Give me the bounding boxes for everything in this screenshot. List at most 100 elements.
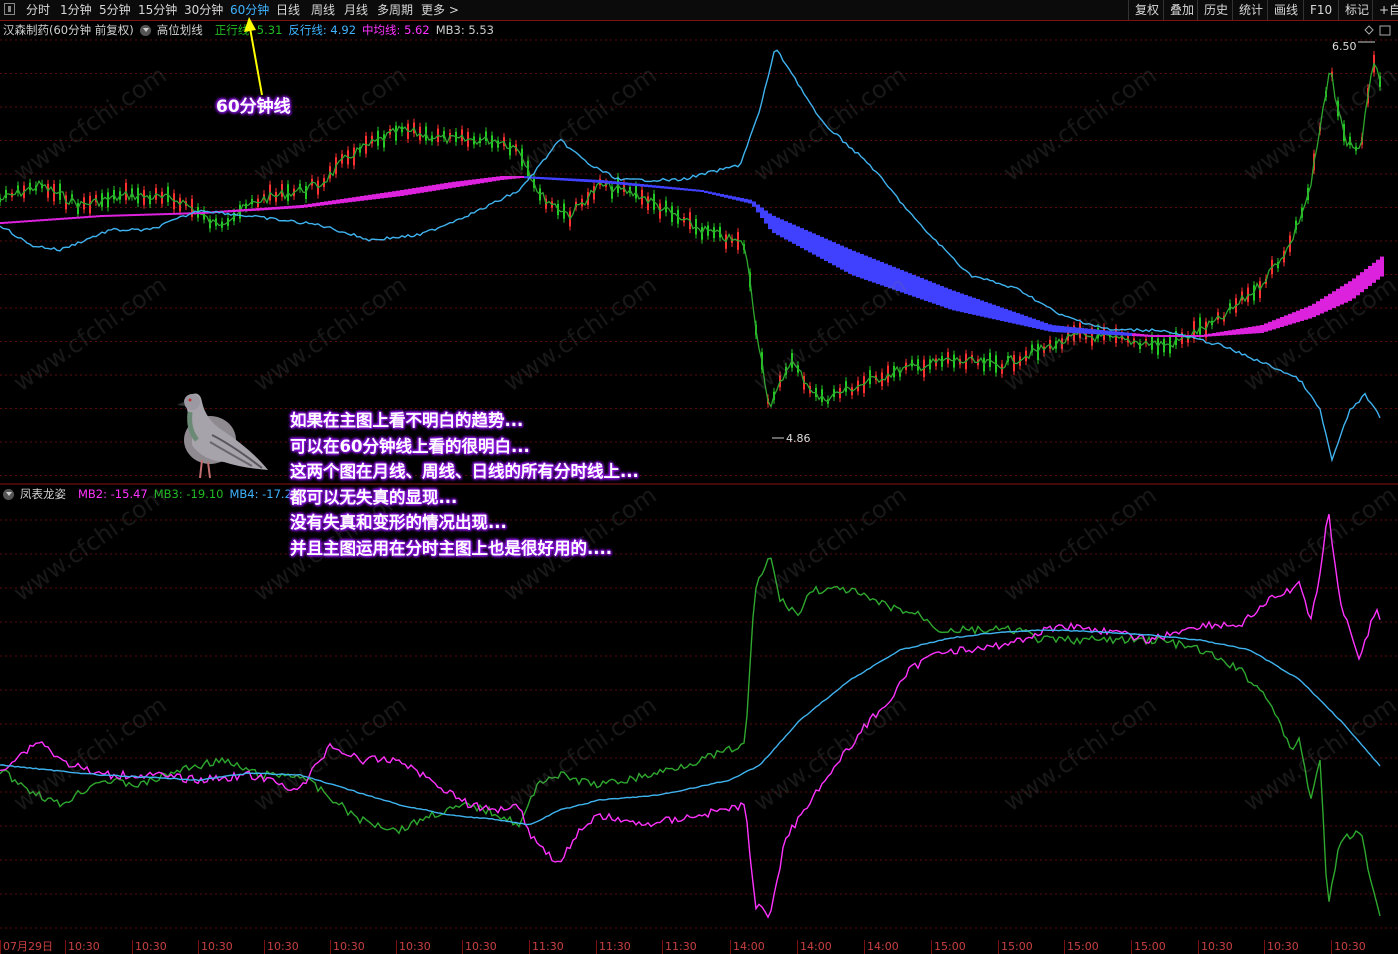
ribbon-segment bbox=[312, 203, 316, 207]
ribbon-segment bbox=[300, 205, 304, 208]
ribbon-segment bbox=[60, 217, 64, 220]
ribbon-segment bbox=[296, 205, 300, 209]
ribbon-segment bbox=[864, 255, 868, 280]
ribbon-segment bbox=[52, 218, 56, 221]
ribbon-segment bbox=[860, 254, 864, 279]
ribbon-segment bbox=[808, 231, 812, 253]
ribbon-segment bbox=[340, 199, 344, 204]
high-label: 6.50 bbox=[1332, 40, 1357, 53]
ribbon-segment bbox=[972, 297, 976, 315]
ribbon-segment bbox=[272, 206, 276, 210]
ribbon-segment bbox=[168, 212, 172, 215]
ribbon-segment bbox=[608, 180, 612, 184]
ribbon-segment bbox=[960, 293, 964, 313]
chart-canvas[interactable]: 6.50 4.86 bbox=[0, 0, 1398, 940]
ribbon-segment bbox=[140, 213, 144, 216]
ribbon-segment bbox=[868, 257, 872, 282]
ribbon-segment bbox=[380, 193, 384, 199]
ribbon-segment bbox=[1116, 331, 1120, 336]
ribbon-segment bbox=[1296, 310, 1300, 323]
ribbon-segment bbox=[44, 218, 48, 221]
ribbon-segment bbox=[904, 271, 908, 294]
ribbon-segment bbox=[288, 205, 292, 209]
ribbon-segment bbox=[16, 220, 20, 223]
ribbon-segment bbox=[1204, 334, 1208, 337]
ribbon-segment bbox=[1040, 321, 1044, 330]
ribbon-segment bbox=[128, 214, 132, 217]
ribbon-segment bbox=[772, 215, 776, 234]
ribbon-segment bbox=[116, 214, 120, 217]
ribbon-segment bbox=[524, 176, 528, 179]
ribbon-segment bbox=[500, 176, 504, 180]
ribbon-segment bbox=[932, 282, 936, 304]
ribbon-segment bbox=[1316, 301, 1320, 316]
ribbon-segment bbox=[624, 182, 628, 186]
ribbon-segment bbox=[320, 202, 324, 206]
ribbon-segment bbox=[420, 186, 424, 193]
ribbon-segment bbox=[508, 176, 512, 180]
ribbon-segment bbox=[1328, 293, 1332, 310]
ribbon-segment bbox=[776, 217, 780, 236]
ribbon-segment bbox=[1112, 331, 1116, 336]
ribbon-segment bbox=[148, 213, 152, 216]
ribbon-segment bbox=[1376, 259, 1380, 280]
ribbon-segment bbox=[436, 184, 440, 191]
ribbon-segment bbox=[1008, 310, 1012, 323]
ribbon-segment bbox=[516, 176, 520, 179]
ribbon-segment bbox=[812, 233, 816, 255]
ribbon-segment bbox=[644, 184, 648, 187]
ribbon-segment bbox=[748, 199, 752, 204]
ribbon-segment bbox=[1060, 326, 1064, 333]
ribbon-segment bbox=[1288, 313, 1292, 325]
ribbon-segment bbox=[1084, 328, 1088, 334]
ribbon-segment bbox=[1268, 321, 1272, 331]
ribbon-segment bbox=[820, 236, 824, 259]
ribbon-segment bbox=[444, 182, 448, 189]
ribbon-segment bbox=[888, 265, 892, 289]
ribbon-segment bbox=[1304, 307, 1308, 320]
ribbon-segment bbox=[248, 208, 252, 212]
ribbon-segment bbox=[360, 196, 364, 201]
ribbon-segment bbox=[260, 207, 264, 211]
ribbon-segment bbox=[100, 215, 104, 217]
ribbon-segment bbox=[956, 292, 960, 312]
time-tick-6: 10:30 bbox=[396, 940, 431, 954]
ribbon-segment bbox=[1032, 318, 1036, 329]
ribbon-segment bbox=[1104, 330, 1108, 335]
diamond-icon bbox=[1364, 25, 1374, 35]
ribbon-segment bbox=[28, 220, 32, 223]
ribbon-segment bbox=[604, 180, 608, 184]
ribbon-segment bbox=[1164, 335, 1168, 337]
ribbon-segment bbox=[668, 186, 672, 190]
ribbon-segment bbox=[448, 182, 452, 189]
ribbon-segment bbox=[388, 191, 392, 198]
ribbon-segment bbox=[476, 178, 480, 184]
ribbon-segment bbox=[268, 207, 272, 210]
ribbon-segment bbox=[672, 187, 676, 190]
ribbon-segment bbox=[1224, 331, 1228, 336]
ribbon-segment bbox=[484, 177, 488, 183]
ribbon-segment bbox=[692, 189, 696, 192]
time-tick-8: 11:30 bbox=[529, 940, 564, 954]
ribbon-segment bbox=[1360, 272, 1364, 293]
ribbon-segment bbox=[1236, 329, 1240, 335]
ribbon-segment bbox=[1128, 332, 1132, 336]
ribbon-segment bbox=[308, 203, 312, 208]
ribbon-segment bbox=[1144, 334, 1148, 337]
ribbon-segment bbox=[432, 184, 436, 191]
ribbon-segment bbox=[1108, 330, 1112, 335]
ribbon-segment bbox=[1292, 312, 1296, 324]
ribbon-segment bbox=[1320, 298, 1324, 314]
ribbon-segment bbox=[792, 224, 796, 244]
ribbon-segment bbox=[700, 190, 704, 192]
ribbon-segment bbox=[80, 216, 84, 219]
ribbon-segment bbox=[136, 213, 140, 216]
ribbon-segment bbox=[984, 301, 988, 318]
ribbon-segment bbox=[908, 273, 912, 296]
annotation-line-4: 没有失真和变形的情况出现... bbox=[290, 513, 507, 532]
ribbon-segment bbox=[1136, 333, 1140, 337]
ribbon-segment bbox=[1308, 305, 1312, 319]
ribbon-segment bbox=[732, 196, 736, 200]
ribbon-segment bbox=[924, 279, 928, 301]
ribbon-segment bbox=[1132, 333, 1136, 337]
